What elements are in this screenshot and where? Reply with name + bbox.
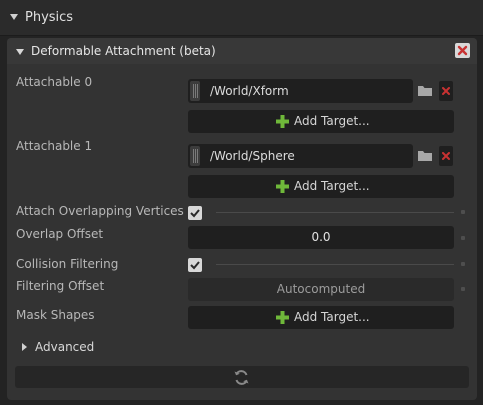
divider	[216, 212, 454, 213]
attach-overlapping-label: Attach Overlapping Vertices	[16, 204, 184, 218]
panel-title: Deformable Attachment (beta)	[31, 44, 216, 58]
attachable-0-target-row: /World/Xform	[188, 79, 454, 103]
attachable-0-target-path: /World/Xform	[210, 84, 289, 98]
expand-triangle-icon	[22, 343, 27, 351]
attachable-1-target-row: /World/Sphere	[188, 144, 454, 168]
collision-filtering-checkbox[interactable]	[188, 258, 202, 272]
attach-overlapping-checkbox[interactable]	[188, 206, 202, 220]
refresh-button[interactable]	[15, 366, 469, 388]
attachable-1-target-path: /World/Sphere	[210, 149, 295, 163]
attachable-0-add-target-button[interactable]: Add Target...	[188, 110, 454, 133]
default-indicator[interactable]	[461, 287, 465, 291]
checkmark-icon	[190, 209, 200, 218]
plus-icon	[276, 311, 289, 324]
filtering-offset-field[interactable]: Autocomputed	[188, 278, 454, 301]
grip-icon[interactable]	[190, 146, 200, 166]
mask-shapes-add-target-button[interactable]: Add Target...	[188, 306, 454, 329]
remove-icon	[442, 87, 450, 95]
checkmark-icon	[190, 261, 200, 270]
advanced-label: Advanced	[35, 340, 95, 354]
attachable-1-label: Attachable 1	[16, 139, 93, 153]
remove-component-button[interactable]	[455, 43, 470, 58]
filtering-offset-label: Filtering Offset	[16, 279, 105, 293]
physics-section-header[interactable]: Physics	[0, 0, 483, 36]
default-indicator[interactable]	[461, 262, 465, 266]
collision-filtering-label: Collision Filtering	[16, 257, 119, 271]
attachable-1-target-field[interactable]: /World/Sphere	[188, 144, 413, 168]
attachable-0-target-field[interactable]: /World/Xform	[188, 79, 413, 103]
grip-icon[interactable]	[190, 81, 200, 101]
refresh-icon	[234, 370, 249, 385]
folder-icon[interactable]	[417, 149, 433, 162]
mask-shapes-label: Mask Shapes	[16, 308, 95, 322]
remove-target-button[interactable]	[439, 146, 453, 166]
overlap-offset-field[interactable]: 0.0	[188, 226, 454, 249]
plus-icon	[276, 180, 289, 193]
add-target-label: Add Target...	[294, 179, 370, 193]
attachable-0-label: Attachable 0	[16, 75, 93, 89]
default-indicator[interactable]	[461, 210, 465, 214]
divider	[216, 264, 454, 265]
add-target-label: Add Target...	[294, 310, 370, 324]
folder-icon[interactable]	[417, 84, 433, 97]
add-target-label: Add Target...	[294, 114, 370, 128]
default-indicator[interactable]	[461, 236, 465, 240]
close-icon	[457, 45, 468, 56]
panel-header[interactable]: Deformable Attachment (beta)	[7, 38, 477, 64]
attachable-1-add-target-button[interactable]: Add Target...	[188, 175, 454, 198]
remove-icon	[442, 152, 450, 160]
plus-icon	[276, 115, 289, 128]
remove-target-button[interactable]	[439, 81, 453, 101]
collapse-triangle-icon	[16, 49, 24, 55]
deformable-attachment-panel: Deformable Attachment (beta) Attachable …	[7, 38, 477, 400]
overlap-offset-label: Overlap Offset	[16, 227, 104, 241]
physics-section-title: Physics	[25, 10, 74, 25]
collapse-triangle-icon	[10, 14, 18, 20]
